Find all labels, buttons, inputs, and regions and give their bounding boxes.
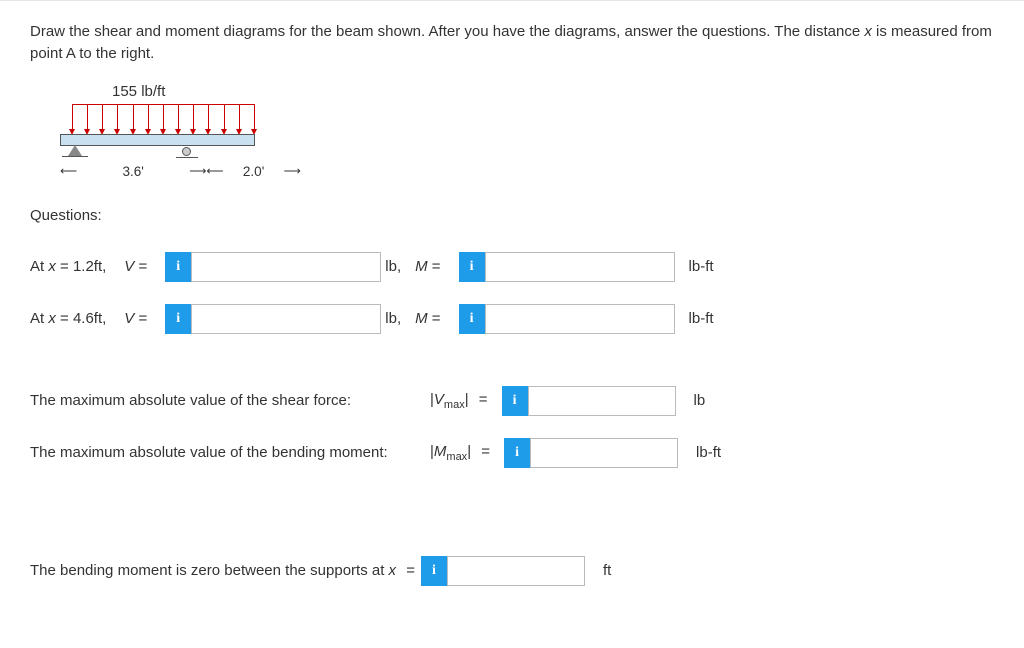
beam-body (60, 134, 255, 146)
q1-v-input[interactable] (191, 252, 381, 282)
q1-m-label: M = (415, 258, 440, 275)
dim-arrow-icon: ⟶⟵ (189, 164, 223, 178)
load-arrow-icon (148, 105, 149, 131)
dim-arrow-icon: ⟵ (60, 164, 77, 178)
load-arrow-icon (102, 105, 103, 131)
load-arrow-icon (239, 105, 240, 131)
vmax-unit: lb (694, 392, 706, 409)
q1-m-unit: lb-ft (689, 258, 714, 275)
zero-moment-prompt: The bending moment is zero between the s… (30, 562, 421, 579)
load-arrow-icon (254, 105, 255, 131)
problem-statement: Draw the shear and moment diagrams for t… (30, 21, 994, 65)
questions-header: Questions: (30, 207, 994, 224)
load-arrow-icon (193, 105, 194, 131)
q2-m-input[interactable] (485, 304, 675, 334)
question-row-1: At x = 1.2ft, V = i lb, M = i lb-ft (30, 252, 994, 282)
ground-line (62, 156, 88, 157)
vmax-input[interactable] (528, 386, 676, 416)
mmax-unit: lb-ft (696, 444, 721, 461)
dimension-span-2: 2.0' (224, 164, 284, 179)
q2-x-label: At x = 4.6ft, (30, 310, 106, 327)
dimension-row: ⟵ 3.6' ⟶⟵ 2.0' ⟶ (60, 164, 994, 179)
roller-support-icon (182, 147, 191, 156)
q2-v-unit: lb, (381, 310, 415, 327)
load-arrow-icon (133, 105, 134, 131)
mmax-input[interactable] (530, 438, 678, 468)
max-moment-row: The maximum absolute value of the bendin… (30, 438, 994, 468)
load-arrows (72, 104, 255, 134)
q1-x-label: At x = 1.2ft, (30, 258, 106, 275)
q2-v-input[interactable] (191, 304, 381, 334)
load-arrow-icon (208, 105, 209, 131)
dim-arrow-icon: ⟶ (284, 164, 301, 178)
load-arrow-icon (178, 105, 179, 131)
load-arrow-icon (163, 105, 164, 131)
q1-m-input[interactable] (485, 252, 675, 282)
load-arrow-icon (87, 105, 88, 131)
distributed-load-label: 155 lb/ft (112, 83, 994, 100)
problem-page: Draw the shear and moment diagrams for t… (0, 0, 1024, 638)
load-arrow-icon (224, 105, 225, 131)
q2-m-unit: lb-ft (689, 310, 714, 327)
info-icon[interactable]: i (502, 386, 528, 416)
load-arrow-icon (117, 105, 118, 131)
info-icon[interactable]: i (459, 304, 485, 334)
beam-diagram: 155 lb/ft ⟵ (30, 83, 994, 179)
info-icon[interactable]: i (165, 304, 191, 334)
mmax-symbol: |Mmax| = (430, 443, 496, 463)
max-shear-row: The maximum absolute value of the shear … (30, 386, 994, 416)
vmax-symbol: |Vmax| = (430, 391, 494, 411)
max-shear-prompt: The maximum absolute value of the shear … (30, 392, 430, 409)
zero-moment-input[interactable] (447, 556, 585, 586)
max-moment-prompt: The maximum absolute value of the bendin… (30, 444, 430, 461)
q1-v-unit: lb, (381, 258, 415, 275)
info-icon[interactable]: i (421, 556, 447, 586)
q2-v-label: V = (124, 310, 147, 327)
zero-moment-unit: ft (603, 562, 611, 579)
question-row-2: At x = 4.6ft, V = i lb, M = i lb-ft (30, 304, 994, 334)
intro-text-1: Draw the shear and moment diagrams for t… (30, 23, 864, 40)
info-icon[interactable]: i (504, 438, 530, 468)
dimension-span-1: 3.6' (77, 164, 189, 179)
q1-v-label: V = (124, 258, 147, 275)
load-arrow-icon (72, 105, 73, 131)
zero-moment-row: The bending moment is zero between the s… (30, 556, 994, 586)
q2-m-label: M = (415, 310, 440, 327)
info-icon[interactable]: i (165, 252, 191, 282)
ground-line (176, 157, 198, 158)
beam-figure (60, 104, 255, 164)
info-icon[interactable]: i (459, 252, 485, 282)
pin-support-icon (68, 145, 82, 156)
intro-x-var: x (864, 23, 872, 40)
